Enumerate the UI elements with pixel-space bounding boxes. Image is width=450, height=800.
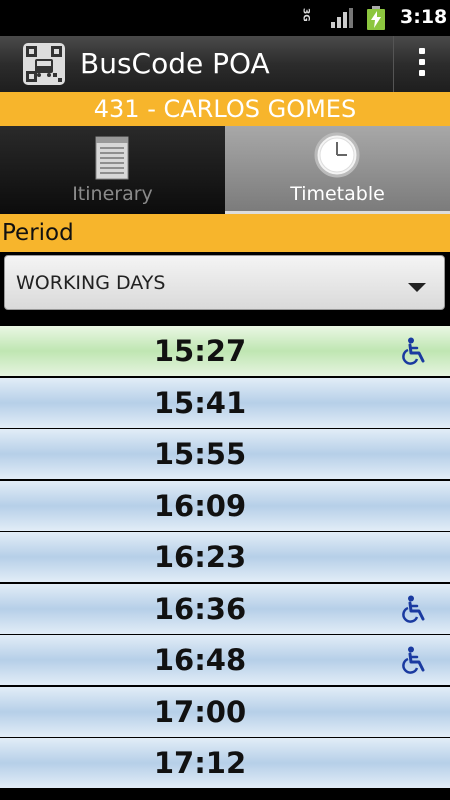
document-icon [95, 136, 129, 180]
chevron-down-icon [408, 283, 426, 292]
overflow-menu-icon[interactable] [412, 48, 432, 82]
timetable-row[interactable]: 15:27 [0, 326, 450, 376]
departure-time: 16:09 [153, 488, 247, 523]
timetable-row[interactable]: 16:48 [0, 635, 450, 685]
tab-itinerary[interactable]: Itinerary [0, 126, 225, 214]
battery-charging-icon [367, 6, 385, 30]
action-bar: BusCode POA [0, 36, 450, 92]
timetable-row[interactable]: 15:41 [0, 377, 450, 428]
period-dropdown[interactable]: WORKING DAYS [4, 255, 445, 310]
period-area: WORKING DAYS [0, 252, 450, 320]
route-banner: 431 - CARLOS GOMES [0, 92, 450, 126]
departure-time: 15:55 [153, 437, 247, 471]
signal-icon [331, 8, 353, 28]
tab-itinerary-label: Itinerary [72, 183, 153, 205]
departure-time: 16:36 [153, 591, 247, 626]
action-bar-divider [393, 36, 394, 92]
timetable-row[interactable]: 16:09 [0, 480, 450, 531]
tab-timetable[interactable]: Timetable [225, 126, 450, 214]
wheelchair-icon [402, 337, 425, 365]
clock-icon [314, 132, 360, 178]
timetable-row[interactable]: 16:23 [0, 532, 450, 582]
tab-bar: Itinerary Timetable [0, 126, 450, 214]
departure-time: 17:12 [153, 746, 247, 780]
qr-bus-logo-icon[interactable] [23, 43, 65, 85]
timetable-row[interactable]: 15:55 [0, 429, 450, 479]
3g-icon: 3G [300, 8, 311, 22]
wheelchair-icon [402, 646, 425, 674]
timetable-list[interactable]: 15:27 15:41 15:55 16:09 16:23 16:36 16:48 17:00… [0, 320, 450, 800]
app-title: BusCode POA [80, 47, 270, 80]
departure-time: 17:00 [153, 694, 247, 729]
tab-timetable-label: Timetable [290, 183, 385, 205]
departure-time: 15:41 [153, 385, 247, 420]
status-bar: 3G 3:18 [0, 0, 450, 36]
timetable-row[interactable]: 17:00 [0, 686, 450, 737]
departure-time: 16:48 [153, 643, 247, 677]
departure-time: 16:23 [153, 540, 247, 574]
period-label: Period [0, 214, 450, 252]
departure-time: 15:27 [153, 334, 247, 368]
period-dropdown-value: WORKING DAYS [16, 272, 166, 294]
timetable-row[interactable]: 17:12 [0, 738, 450, 788]
timetable-row[interactable]: 16:36 [0, 583, 450, 634]
status-clock: 3:18 [400, 6, 448, 28]
wheelchair-icon [402, 595, 425, 623]
